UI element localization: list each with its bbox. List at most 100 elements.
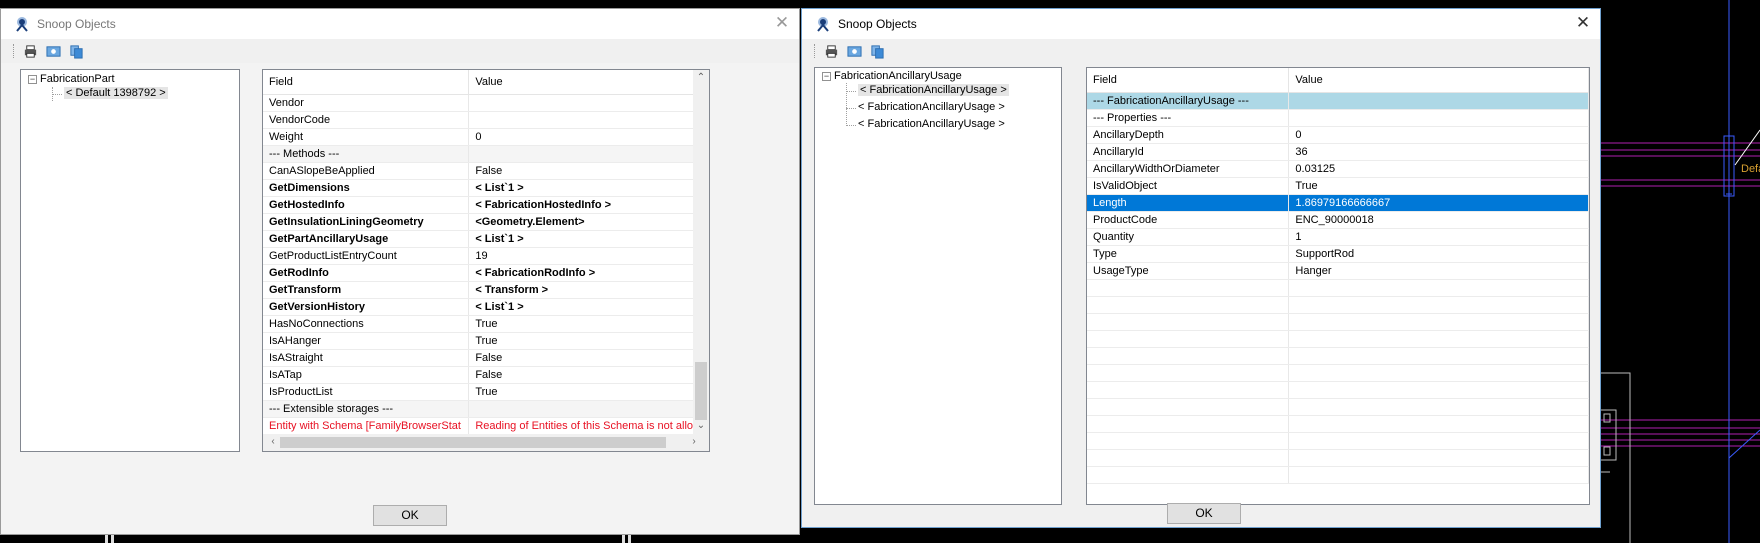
field-cell: IsAHanger <box>263 332 470 350</box>
table-row[interactable]: ProductCode ENC_90000018 <box>1087 211 1589 229</box>
print-preview-icon[interactable] <box>43 42 63 60</box>
empty-cell <box>1087 449 1290 467</box>
empty-row <box>1087 381 1589 399</box>
value-cell: 36 <box>1288 143 1589 161</box>
value-cell: 1 <box>1288 228 1589 246</box>
right-property-table: Field Value --- FabricationAncillaryUsag… <box>1087 68 1589 484</box>
tree-child-label: < FabricationAncillaryUsage > <box>858 84 1009 96</box>
table-row[interactable]: AncillaryWidthOrDiameter 0.03125 <box>1087 160 1589 178</box>
table-row[interactable]: GetHostedInfo < FabricationHostedInfo > <box>263 196 709 214</box>
table-row[interactable]: Vendor <box>263 94 709 112</box>
table-row[interactable]: GetInsulationLiningGeometry <Geometry.Ele… <box>263 213 709 231</box>
right-property-grid[interactable]: Field Value --- FabricationAncillaryUsag… <box>1086 67 1590 505</box>
table-row[interactable]: Entity with Schema [FamilyBrowserStat Rea… <box>263 417 709 435</box>
table-row[interactable]: IsAHanger True <box>263 332 709 350</box>
print-icon[interactable] <box>821 42 841 60</box>
ok-button[interactable]: OK <box>1167 503 1241 524</box>
left-horizontal-scrollbar[interactable]: ‹ › <box>263 434 709 451</box>
empty-cell <box>1087 432 1290 450</box>
empty-cell <box>1087 398 1290 416</box>
snoop-app-icon <box>16 17 28 32</box>
field-cell: --- Extensible storages --- <box>263 400 470 418</box>
table-row[interactable]: VendorCode <box>263 111 709 129</box>
table-row[interactable]: HasNoConnections True <box>263 315 709 333</box>
empty-row <box>1087 347 1589 365</box>
table-row[interactable]: IsValidObject True <box>1087 177 1589 195</box>
tree-node-root[interactable]: − FabricationPart <box>28 73 115 85</box>
print-icon[interactable] <box>20 42 40 60</box>
scroll-left-icon[interactable]: ‹ <box>265 436 281 447</box>
left-vertical-scrollbar[interactable]: ⌃ ⌄ <box>693 70 709 435</box>
field-cell: IsATap <box>263 366 470 384</box>
right-object-tree[interactable]: − FabricationAncillaryUsage < Fabrication… <box>814 67 1062 505</box>
field-column-header[interactable]: Field <box>263 70 470 95</box>
empty-row <box>1087 466 1589 484</box>
value-cell: 1.86979166666667 <box>1288 194 1589 212</box>
table-row[interactable]: IsAStraight False <box>263 349 709 367</box>
empty-cell <box>1288 449 1589 467</box>
field-cell: GetDimensions <box>263 179 470 197</box>
empty-row <box>1087 279 1589 297</box>
window-title: Snoop Objects <box>838 17 917 31</box>
table-row[interactable]: UsageType Hanger <box>1087 262 1589 280</box>
field-column-header[interactable]: Field <box>1087 68 1290 93</box>
table-row[interactable]: --- Extensible storages --- <box>263 400 709 418</box>
empty-cell <box>1288 432 1589 450</box>
tree-root-label: FabricationPart <box>40 73 115 85</box>
value-cell <box>468 111 709 129</box>
value-cell: Reading of Entities of this Schema is no… <box>468 417 709 435</box>
table-row[interactable]: --- Properties --- <box>1087 109 1589 127</box>
table-row[interactable]: AncillaryId 36 <box>1087 143 1589 161</box>
copy-icon[interactable] <box>66 42 86 60</box>
hscroll-thumb[interactable] <box>280 437 666 448</box>
table-row[interactable]: IsATap False <box>263 366 709 384</box>
table-row[interactable]: --- FabricationAncillaryUsage --- <box>1087 92 1589 110</box>
field-cell: IsValidObject <box>1087 177 1290 195</box>
print-preview-icon[interactable] <box>844 42 864 60</box>
tree-node-usage-3[interactable]: < FabricationAncillaryUsage > <box>858 118 1005 130</box>
value-cell <box>468 400 709 418</box>
table-row[interactable]: GetTransform < Transform > <box>263 281 709 299</box>
close-icon[interactable]: ✕ <box>1572 13 1594 35</box>
table-row[interactable]: CanASlopeBeApplied False <box>263 162 709 180</box>
left-object-tree[interactable]: − FabricationPart < Default 1398792 > <box>20 69 240 452</box>
table-row[interactable]: --- Methods --- <box>263 145 709 163</box>
table-row[interactable]: Type SupportRod <box>1087 245 1589 263</box>
table-row[interactable]: Quantity 1 <box>1087 228 1589 246</box>
tree-node-default[interactable]: < Default 1398792 > <box>64 87 168 99</box>
tree-node-usage-1[interactable]: < FabricationAncillaryUsage > <box>858 84 1009 96</box>
collapse-icon[interactable]: − <box>28 74 37 84</box>
value-column-header[interactable]: Value <box>1288 68 1589 93</box>
table-row[interactable]: Entity with Schema [CloudPublishProje...… <box>263 451 710 452</box>
tree-node-usage-2[interactable]: < FabricationAncillaryUsage > <box>858 101 1005 113</box>
tree-child-label: < FabricationAncillaryUsage > <box>858 101 1005 113</box>
table-row[interactable]: AncillaryDepth 0 <box>1087 126 1589 144</box>
table-row[interactable]: Length 1.86979166666667 <box>1087 194 1589 212</box>
close-icon[interactable]: ✕ <box>771 13 793 35</box>
table-row[interactable]: GetPartAncillaryUsage < List`1 > <box>263 230 709 248</box>
field-cell: GetInsulationLiningGeometry <box>263 213 470 231</box>
scroll-right-icon[interactable]: › <box>686 436 702 447</box>
tree-node-root[interactable]: − FabricationAncillaryUsage <box>822 70 962 82</box>
left-property-grid[interactable]: Field Value Vendor VendorCode Weight 0 --- M… <box>262 69 710 452</box>
empty-cell <box>1288 415 1589 433</box>
value-cell: True <box>468 383 709 401</box>
field-cell: GetVersionHistory <box>263 298 470 316</box>
table-row[interactable]: IsProductList True <box>263 383 709 401</box>
value-column-header[interactable]: Value <box>468 70 709 95</box>
empty-cell <box>1288 381 1589 399</box>
value-cell: False <box>468 162 709 180</box>
table-row[interactable]: GetDimensions < List`1 > <box>263 179 709 197</box>
scroll-down-icon[interactable]: ⌄ <box>693 420 709 431</box>
table-row[interactable]: GetVersionHistory < List`1 > <box>263 298 709 316</box>
ok-button[interactable]: OK <box>373 505 447 526</box>
scroll-thumb[interactable] <box>695 362 707 420</box>
table-row[interactable]: GetProductListEntryCount 19 <box>263 247 709 265</box>
copy-icon[interactable] <box>867 42 887 60</box>
table-row[interactable]: GetRodInfo < FabricationRodInfo > <box>263 264 709 282</box>
table-row[interactable]: Weight 0 <box>263 128 709 146</box>
value-cell: 0 <box>468 128 709 146</box>
collapse-icon[interactable]: − <box>822 71 831 81</box>
scroll-up-icon[interactable]: ⌃ <box>693 72 709 83</box>
field-cell: GetHostedInfo <box>263 196 470 214</box>
